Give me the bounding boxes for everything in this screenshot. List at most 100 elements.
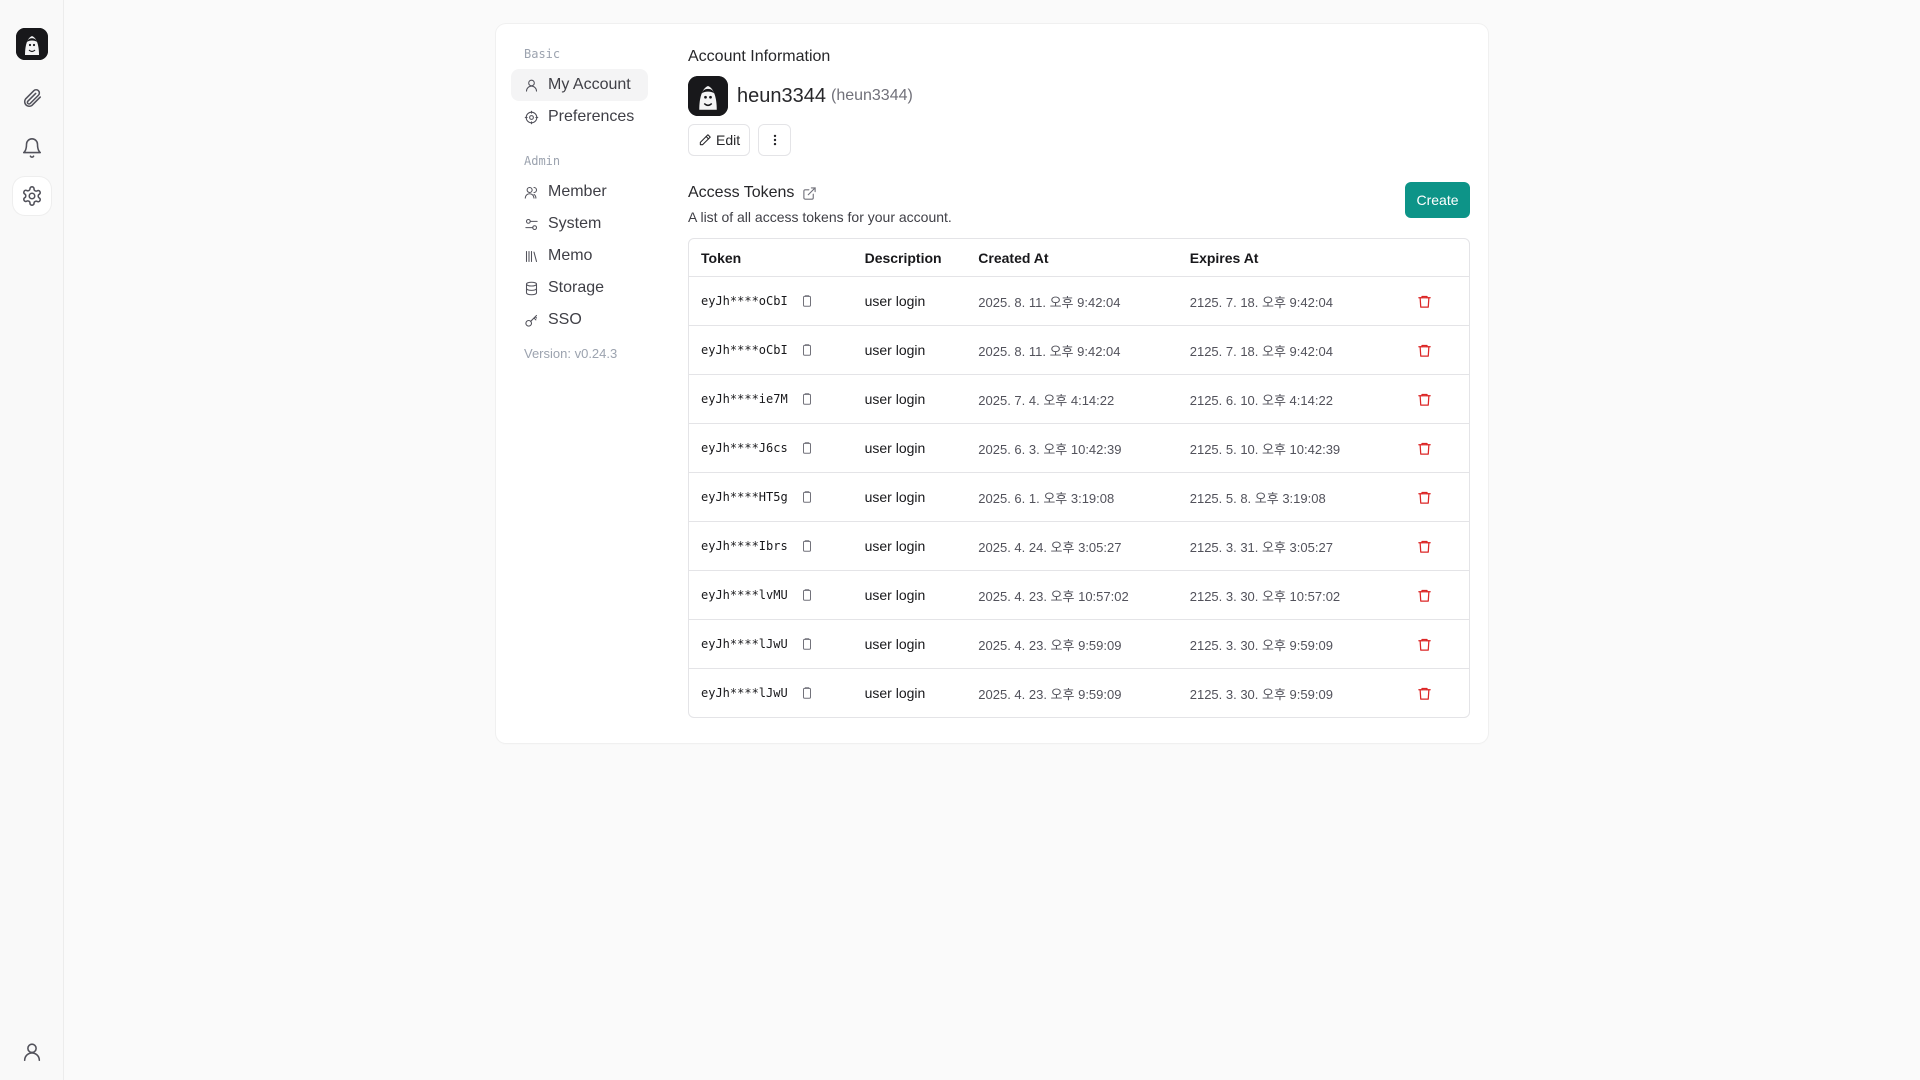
account-content: Account Information heun3344 (heun3344) … [688,46,1470,718]
token-description: user login [864,391,926,407]
account-actions: Edit [688,124,1470,156]
actions-cell [1409,392,1469,407]
gear-icon [524,110,539,124]
token-description: user login [864,342,926,358]
token-cell: eyJh****ie7M [689,392,865,406]
notifications-button[interactable] [13,129,51,167]
token-expires-at: 2125. 3. 30. 오후 9:59:09 [1189,637,1333,653]
trash-icon[interactable] [1417,490,1432,505]
token-created-at: 2025. 4. 23. 오후 9:59:09 [978,686,1122,702]
token-expires-at: 2125. 6. 10. 오후 4:14:22 [1189,392,1333,408]
clipboard-icon[interactable] [800,441,814,455]
token-expires-at: 2125. 3. 31. 오후 3:05:27 [1189,539,1333,555]
trash-icon[interactable] [1417,441,1432,456]
external-link-icon[interactable] [802,186,817,201]
library-icon [525,250,538,262]
actions-cell [1409,588,1469,603]
settings-icon [23,186,41,206]
account-section-title: Account Information [688,48,831,65]
sidebar-item-memo[interactable]: Memo [511,240,648,272]
username: heun3344 [737,84,826,107]
trash-icon[interactable] [1417,588,1432,603]
clipboard-icon[interactable] [800,490,814,504]
app-logo[interactable] [16,28,48,60]
sidebar-item-member[interactable]: Member [511,176,648,208]
admin-heading: Admin [524,154,561,168]
sidebar-item-label: Member [548,183,607,200]
tokens-description: A list of all access tokens for your acc… [688,209,952,225]
edit-label: Edit [716,132,741,148]
table-row: eyJh****oCbI user login 2025. 8. 11. 오후 … [689,325,1469,374]
table-row: eyJh****Ibrs user login 2025. 4. 24. 오후 … [689,521,1469,570]
token-created-at: 2025. 6. 3. 오후 10:42:39 [978,441,1122,457]
token-value: eyJh****lJwU [701,686,788,700]
bell-icon [22,138,42,158]
token-value: eyJh****ie7M [701,392,788,406]
trash-icon[interactable] [1417,686,1432,701]
sidebar-item-label: Preferences [548,108,635,125]
sidebar-item-label: SSO [548,311,582,328]
profile-button[interactable] [13,1033,51,1071]
token-expires-at: 2125. 5. 8. 오후 3:19:08 [1189,490,1326,506]
token-rows: eyJh****oCbI user login 2025. 8. 11. 오후 … [689,276,1469,717]
pencil-icon [699,134,711,146]
trash-icon[interactable] [1417,294,1432,309]
token-created-at: 2025. 8. 11. 오후 9:42:04 [978,294,1121,310]
token-value: eyJh****J6cs [701,441,788,455]
clipboard-icon[interactable] [800,539,814,553]
user-icon [23,1043,41,1062]
clipboard-icon[interactable] [800,588,814,602]
more-options-button[interactable] [758,124,792,156]
token-value: eyJh****HT5g [701,490,788,504]
actions-cell [1409,441,1469,456]
sliders-icon [525,218,538,230]
token-cell: eyJh****J6cs [689,441,865,455]
clipboard-icon[interactable] [800,637,814,651]
sidebar-item-sso[interactable]: SSO [511,304,648,336]
token-description: user login [864,636,926,652]
sidebar-item-system[interactable]: System [511,208,648,240]
token-created-at: 2025. 4. 24. 오후 3:05:27 [978,539,1122,555]
token-value: eyJh****oCbI [701,294,788,308]
token-expires-at: 2125. 3. 30. 오후 10:57:02 [1189,588,1341,604]
table-row: eyJh****lJwU user login 2025. 4. 23. 오후 … [689,619,1469,668]
token-expires-at: 2125. 7. 18. 오후 9:42:04 [1189,343,1333,359]
clipboard-icon[interactable] [800,392,814,406]
sidebar-item-preferences[interactable]: Preferences [511,101,648,133]
token-value: eyJh****Ibrs [701,539,788,553]
token-expires-at: 2125. 5. 10. 오후 10:42:39 [1189,441,1341,457]
settings-button[interactable] [13,177,51,215]
token-created-at: 2025. 4. 23. 오후 9:59:09 [978,637,1122,653]
table-row: eyJh****lvMU user login 2025. 4. 23. 오후 … [689,570,1469,619]
clipboard-icon[interactable] [800,343,814,357]
trash-icon[interactable] [1417,539,1432,554]
trash-icon[interactable] [1417,343,1432,358]
sidebar-item-my-account[interactable]: My Account [511,69,648,101]
token-cell: eyJh****lvMU [689,588,865,602]
create-token-button[interactable]: Create [1405,182,1470,218]
token-cell: eyJh****HT5g [689,490,865,504]
token-description: user login [864,489,926,505]
avatar-image [688,76,728,116]
resources-button[interactable] [13,79,51,117]
token-value: eyJh****lJwU [701,637,788,651]
column-header-description: Description [864,249,942,266]
more-vertical-icon [773,134,776,146]
users-icon [524,186,538,199]
trash-icon[interactable] [1417,637,1432,652]
column-header-created: Created At [978,249,1049,266]
sidebar-item-label: Storage [548,279,605,296]
trash-icon[interactable] [1417,392,1432,407]
tokens-title: Access Tokens [688,184,795,201]
token-cell: eyJh****lJwU [689,686,865,700]
token-expires-at: 2125. 7. 18. 오후 9:42:04 [1189,294,1333,310]
sidebar-item-storage[interactable]: Storage [511,272,648,304]
settings-card: Basic My Account Preferences Admin Membe… [496,24,1488,743]
clipboard-icon[interactable] [800,294,814,308]
key-icon [525,314,538,327]
token-description: user login [864,538,926,554]
clipboard-icon[interactable] [800,686,814,700]
actions-cell [1409,343,1469,358]
token-expires-at: 2125. 3. 30. 오후 9:59:09 [1189,686,1333,702]
edit-button[interactable]: Edit [688,124,751,156]
